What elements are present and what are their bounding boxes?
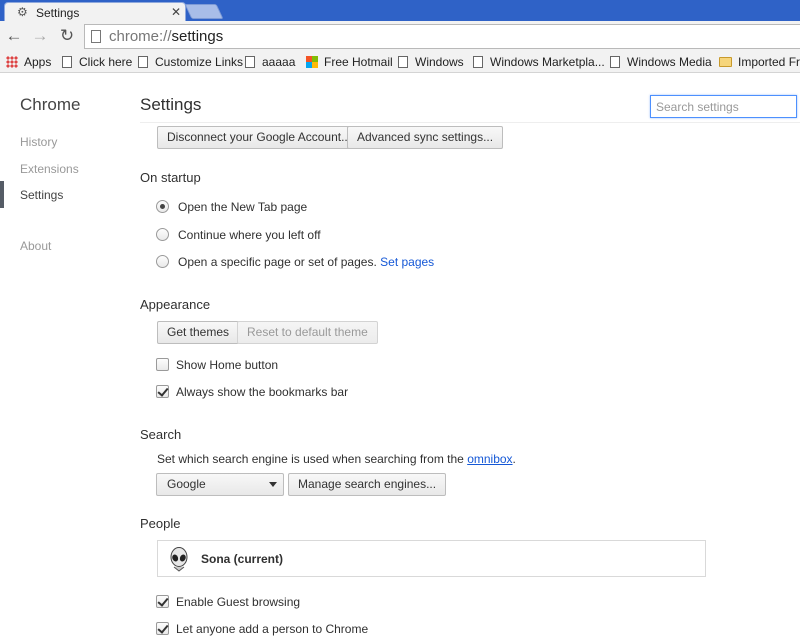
tab-title: Settings: [36, 6, 80, 20]
bookmark-apps[interactable]: Apps: [6, 54, 51, 70]
search-section-title: Search: [140, 427, 182, 442]
get-themes-button[interactable]: Get themes: [157, 321, 240, 344]
forward-arrow-icon[interactable]: →: [30, 26, 50, 46]
address-bar[interactable]: chrome://settings: [84, 24, 800, 49]
startup-label-continue: Continue where you left off: [178, 228, 321, 242]
folder-icon: [719, 57, 732, 67]
manage-search-engines-button[interactable]: Manage search engines...: [288, 473, 447, 496]
startup-section-title: On startup: [140, 170, 201, 185]
startup-label-new-tab: Open the New Tab page: [178, 200, 308, 214]
sidebar-item-history[interactable]: History: [20, 135, 57, 149]
omnibox-link[interactable]: omnibox: [467, 452, 512, 466]
bookmark-windows[interactable]: Windows: [398, 54, 464, 70]
set-pages-link[interactable]: Set pages: [380, 255, 434, 269]
sidebar-item-settings[interactable]: Settings: [20, 188, 63, 202]
bookmark-customize-links[interactable]: Customize Links: [138, 54, 243, 70]
guest-browsing-checkbox[interactable]: [156, 595, 169, 608]
close-icon[interactable]: ✕: [171, 5, 181, 19]
new-tab-button[interactable]: [184, 4, 224, 19]
page-title: Settings: [140, 95, 202, 114]
bookmarks-bar: Apps Click here Customize Links aaaaa Fr…: [0, 51, 800, 73]
tab-strip: ⚙ Settings ✕: [0, 0, 800, 21]
show-home-label: Show Home button: [176, 358, 279, 372]
gear-icon: ⚙: [17, 5, 28, 19]
sidebar-item-about[interactable]: About: [20, 239, 51, 253]
search-engine-value: Google: [167, 477, 206, 491]
header-divider: [140, 122, 800, 123]
chevron-down-icon: [269, 482, 277, 487]
bookmark-aaaaa[interactable]: aaaaa: [245, 54, 295, 70]
toolbar: ← → ↻ chrome://settings: [0, 21, 800, 51]
startup-radio-specific-pages[interactable]: [156, 255, 169, 268]
startup-radio-new-tab[interactable]: [156, 200, 169, 213]
reload-icon[interactable]: ↻: [57, 26, 77, 46]
page-icon: [473, 56, 483, 68]
startup-radio-continue[interactable]: [156, 228, 169, 241]
advanced-sync-button[interactable]: Advanced sync settings...: [347, 126, 504, 149]
search-engine-select[interactable]: Google: [156, 473, 284, 496]
tab-settings[interactable]: ⚙ Settings ✕: [4, 2, 186, 21]
search-input[interactable]: [650, 95, 797, 118]
reset-theme-button[interactable]: Reset to default theme: [237, 321, 378, 344]
show-bookmarks-label: Always show the bookmarks bar: [176, 385, 349, 399]
url-text: chrome://settings: [109, 28, 224, 45]
disconnect-account-button[interactable]: Disconnect your Google Account...: [157, 126, 362, 149]
add-person-checkbox[interactable]: [156, 622, 169, 635]
page-icon: [138, 56, 148, 68]
startup-label-specific-pages: Open a specific page or set of pages. Se…: [178, 255, 435, 269]
bookmark-windows-marketplace[interactable]: Windows Marketpla...: [473, 54, 605, 70]
bookmark-windows-media[interactable]: Windows Media: [610, 54, 712, 70]
people-section-title: People: [140, 516, 181, 531]
show-home-checkbox[interactable]: [156, 358, 169, 371]
profile-name[interactable]: Sona (current): [201, 552, 283, 566]
add-person-label: Let anyone add a person to Chrome: [176, 622, 369, 636]
microsoft-logo-icon: [306, 56, 318, 68]
page-icon: [62, 56, 72, 68]
bookmark-imported-from[interactable]: Imported Fro: [719, 54, 800, 70]
page-icon: [245, 56, 255, 68]
page-icon: [398, 56, 408, 68]
back-arrow-icon[interactable]: ←: [4, 26, 24, 46]
appearance-section-title: Appearance: [140, 297, 211, 312]
bookmark-click-here[interactable]: Click here: [62, 54, 132, 70]
sidebar-brand: Chrome: [20, 95, 81, 114]
alien-avatar-icon: [170, 547, 188, 572]
page-icon: [610, 56, 620, 68]
active-marker: [0, 181, 4, 208]
profile-list: Sona (current): [157, 540, 706, 577]
show-bookmarks-checkbox[interactable]: [156, 385, 169, 398]
search-description: Set which search engine is used when sea…: [157, 452, 516, 466]
guest-browsing-label: Enable Guest browsing: [176, 595, 301, 609]
sidebar-item-extensions[interactable]: Extensions: [20, 162, 79, 176]
bookmark-free-hotmail[interactable]: Free Hotmail: [306, 54, 393, 70]
sidebar: Chrome History Extensions Settings About: [0, 73, 130, 637]
page-icon: [91, 30, 101, 43]
apps-grid-icon: [6, 56, 18, 68]
